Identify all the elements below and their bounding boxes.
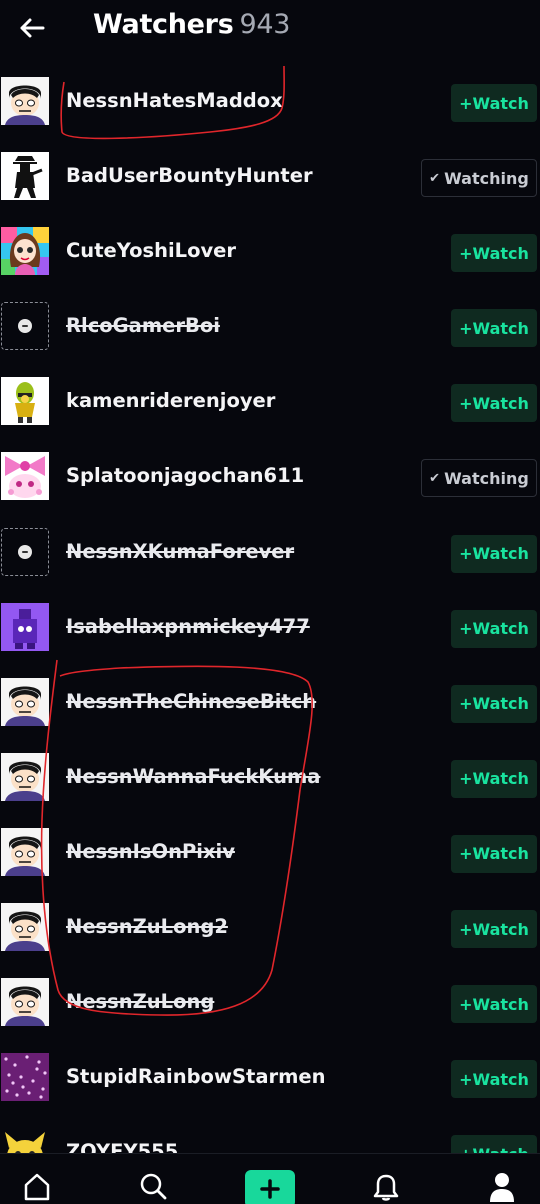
username[interactable]: Splatoonjagochan611 <box>66 464 304 487</box>
avatar[interactable] <box>1 77 49 125</box>
watch-button[interactable]: +Watch <box>451 684 537 723</box>
avatar-image <box>1 827 49 876</box>
page-title-text: Watchers <box>93 9 234 40</box>
avatar[interactable] <box>1 1053 49 1102</box>
watch-button[interactable]: +Watch <box>451 84 537 122</box>
username[interactable]: NessnZuLong2 <box>66 915 228 938</box>
watcher-row[interactable]: NessnTheChineseBitch +Watch <box>0 665 540 740</box>
avatar-image <box>1 77 49 125</box>
top-bar: Watchers 943 <box>0 0 540 56</box>
watcher-row[interactable]: NessnZuLong +Watch <box>0 965 540 1040</box>
watching-button[interactable]: ✔ Watching <box>421 459 537 498</box>
username[interactable]: NessnHatesMaddox <box>66 89 283 112</box>
avatar[interactable] <box>1 602 49 651</box>
watchers-list: NessnHatesMaddox +Watch BadUserBountyHunte… <box>0 64 540 1190</box>
watcher-count: 943 <box>239 9 291 40</box>
watcher-row[interactable]: NessnHatesMaddox +Watch <box>0 64 540 139</box>
avatar-image <box>1 152 49 201</box>
watch-button[interactable]: +Watch <box>451 234 537 273</box>
avatar-image <box>1 377 49 426</box>
watch-button[interactable]: +Watch <box>451 609 537 648</box>
watcher-row[interactable]: RlcoGamerBoi +Watch <box>0 289 540 364</box>
checkmark-icon: ✔ <box>429 470 441 486</box>
username[interactable]: Isabellaxpnmickey477 <box>66 615 310 638</box>
watcher-row[interactable]: NessnWannaFuckKuma +Watch <box>0 740 540 815</box>
nav-create-button[interactable] <box>245 1170 295 1204</box>
avatar-image <box>1 602 49 651</box>
username[interactable]: kamenriderenjoyer <box>66 389 275 412</box>
nav-search[interactable] <box>133 1168 173 1204</box>
watcher-row[interactable]: kamenriderenjoyer +Watch <box>0 364 540 439</box>
watcher-row[interactable]: Splatoonjagochan611 ✔ Watching <box>0 439 540 514</box>
profile-icon <box>490 1173 514 1202</box>
watcher-row[interactable]: NessnZuLong2 +Watch <box>0 890 540 965</box>
watch-button[interactable]: +Watch <box>451 910 537 949</box>
avatar-image <box>1 903 49 952</box>
avatar[interactable] <box>1 527 49 576</box>
username[interactable]: NessnIsOnPixiv <box>66 840 235 863</box>
plus-icon <box>260 1179 280 1199</box>
avatar-image <box>1 752 49 801</box>
username[interactable]: StupidRainbowStarmen <box>66 1065 326 1088</box>
avatar[interactable] <box>1 227 49 276</box>
avatar[interactable] <box>1 677 49 726</box>
watching-label: Watching <box>444 168 529 188</box>
back-button[interactable] <box>14 10 50 46</box>
page-title: Watchers 943 <box>93 9 290 40</box>
avatar[interactable] <box>1 752 49 801</box>
watcher-row[interactable]: StupidRainbowStarmen +Watch <box>0 1040 540 1115</box>
watcher-row[interactable]: CuteYoshiLover +Watch <box>0 214 540 289</box>
watch-button[interactable]: +Watch <box>451 834 537 873</box>
avatar-image <box>1 452 49 501</box>
nav-notifications[interactable] <box>366 1168 406 1204</box>
watching-label: Watching <box>444 468 529 488</box>
avatar-image <box>1 677 49 726</box>
watch-button[interactable]: +Watch <box>451 534 537 573</box>
username[interactable]: NessnTheChineseBitch <box>66 690 316 713</box>
username[interactable]: NessnXKumaForever <box>66 540 294 563</box>
username[interactable]: NessnWannaFuckKuma <box>66 765 320 788</box>
watcher-row[interactable]: NessnXKumaForever +Watch <box>0 515 540 590</box>
watcher-row[interactable]: NessnIsOnPixiv +Watch <box>0 815 540 890</box>
watcher-row[interactable]: Isabellaxpnmickey477 +Watch <box>0 590 540 665</box>
username[interactable]: CuteYoshiLover <box>66 239 236 262</box>
bell-icon <box>373 1174 399 1201</box>
avatar[interactable] <box>1 978 49 1027</box>
username[interactable]: NessnZuLong <box>66 990 214 1013</box>
checkmark-icon: ✔ <box>429 170 441 186</box>
avatar-image <box>1 227 49 276</box>
default-avatar-icon <box>18 319 32 334</box>
watch-button[interactable]: +Watch <box>451 1060 537 1099</box>
nav-home[interactable] <box>17 1168 57 1204</box>
avatar-image <box>1 978 49 1027</box>
default-avatar-icon <box>18 544 32 559</box>
watch-button[interactable]: +Watch <box>451 309 537 348</box>
avatar[interactable] <box>1 152 49 201</box>
watcher-row[interactable]: BadUserBountyHunter ✔ Watching <box>0 139 540 214</box>
bottom-navigation <box>0 1153 540 1204</box>
avatar-image <box>1 1053 49 1102</box>
watch-button[interactable]: +Watch <box>451 985 537 1024</box>
avatar[interactable] <box>1 452 49 501</box>
watch-button[interactable]: +Watch <box>451 384 537 423</box>
username[interactable]: BadUserBountyHunter <box>66 164 313 187</box>
back-arrow-icon <box>20 18 45 38</box>
avatar[interactable] <box>1 903 49 952</box>
avatar[interactable] <box>1 377 49 426</box>
home-icon <box>24 1173 50 1201</box>
watching-button[interactable]: ✔ Watching <box>421 159 537 198</box>
search-icon <box>140 1173 167 1200</box>
username[interactable]: RlcoGamerBoi <box>66 314 220 337</box>
watch-button[interactable]: +Watch <box>451 759 537 798</box>
nav-profile[interactable] <box>482 1168 522 1204</box>
avatar[interactable] <box>1 302 49 351</box>
avatar[interactable] <box>1 827 49 876</box>
